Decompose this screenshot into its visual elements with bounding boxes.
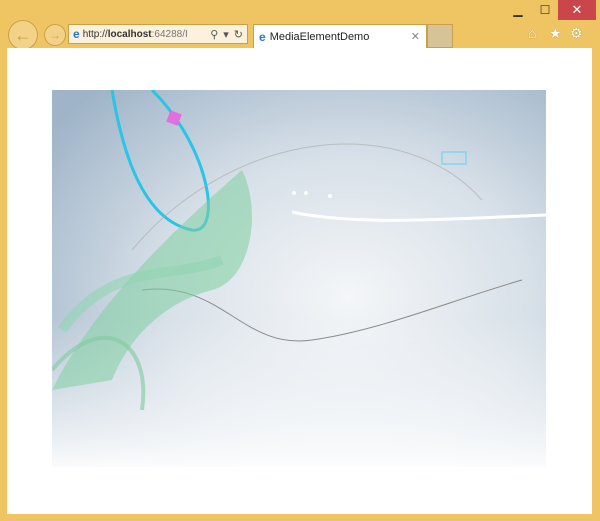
- page-content: [7, 48, 592, 514]
- ie-tab-icon: e: [259, 29, 266, 44]
- back-arrow-icon: ←: [14, 24, 32, 45]
- tab-close-icon[interactable]: ✕: [411, 30, 420, 43]
- address-bar[interactable]: e http://localhost:64288/I ⚲ ▾ ↻: [68, 24, 248, 44]
- url-host: localhost: [107, 28, 152, 40]
- refresh-icon[interactable]: ↻: [234, 28, 243, 41]
- home-icon[interactable]: ⌂: [528, 25, 536, 41]
- tab-mediaelementdemo[interactable]: e MediaElementDemo ✕: [253, 24, 427, 48]
- ie-page-icon: e: [73, 27, 80, 41]
- tab-title: MediaElementDemo: [269, 30, 370, 43]
- media-element-video[interactable]: [52, 90, 546, 467]
- back-button[interactable]: ←: [8, 20, 38, 50]
- maximize-icon: ☐: [539, 3, 551, 17]
- maximize-button[interactable]: ☐: [532, 0, 558, 20]
- new-tab-button[interactable]: [427, 24, 453, 48]
- favorites-icon[interactable]: ★: [549, 25, 562, 42]
- close-button[interactable]: ✕: [558, 0, 596, 20]
- close-icon: ✕: [571, 2, 583, 17]
- dropdown-icon[interactable]: ▾: [223, 28, 229, 41]
- forward-arrow-icon: →: [49, 28, 61, 42]
- url-rest: :64288/I: [151, 28, 188, 40]
- minimize-icon: ▁: [513, 3, 523, 17]
- forward-button[interactable]: →: [44, 24, 66, 46]
- minimize-button[interactable]: ▁: [504, 0, 532, 20]
- settings-gear-icon[interactable]: ⚙: [570, 25, 583, 42]
- url-scheme: http://: [82, 28, 108, 40]
- search-icon[interactable]: ⚲: [210, 28, 218, 41]
